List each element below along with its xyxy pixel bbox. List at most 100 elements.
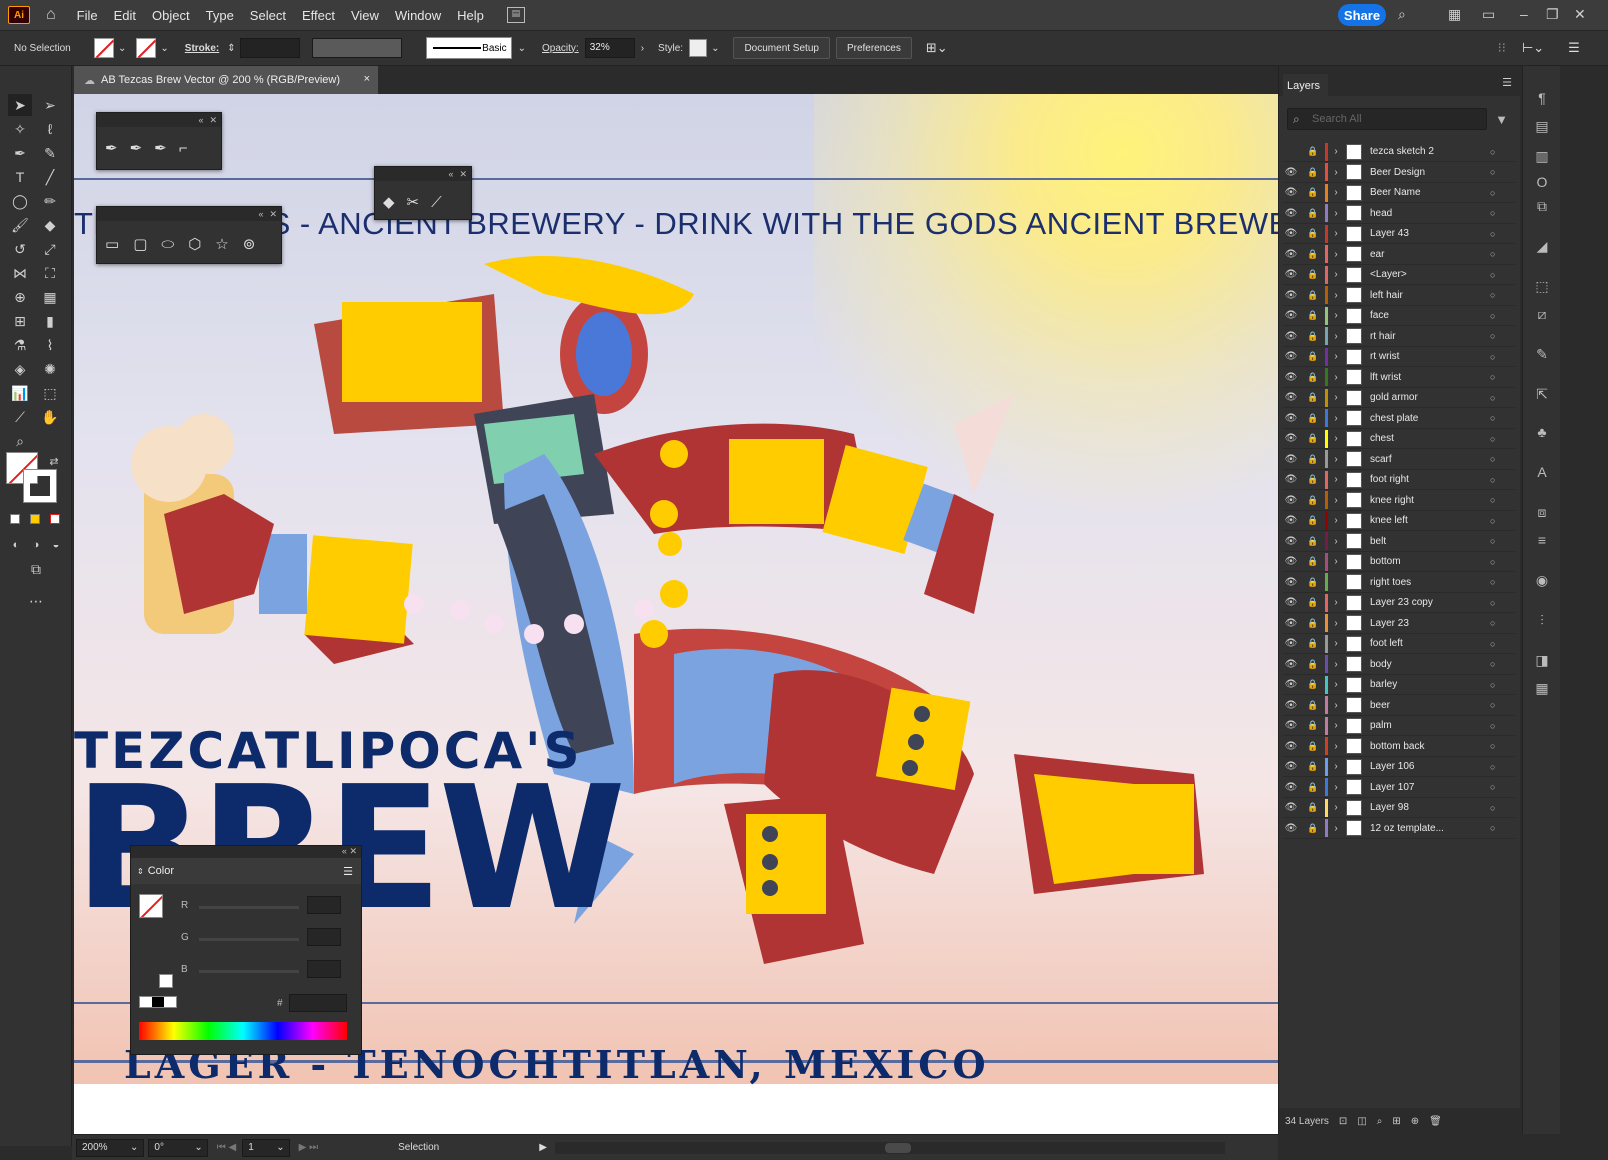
visibility-eye-icon[interactable]: 👁	[1283, 515, 1299, 526]
expand-layer-icon[interactable]: ›	[1328, 782, 1344, 793]
layer-name[interactable]: Beer Name	[1370, 187, 1490, 198]
layer-row[interactable]: 👁 🔒 › face ○	[1283, 306, 1515, 326]
layer-row[interactable]: 👁 🔒 › bottom back ○	[1283, 737, 1515, 757]
expand-layer-icon[interactable]: ›	[1328, 659, 1344, 670]
layer-name[interactable]: head	[1370, 208, 1490, 219]
lock-icon[interactable]: 🔒	[1305, 331, 1321, 342]
target-circle-icon[interactable]: ○	[1490, 290, 1495, 300]
lock-icon[interactable]: 🔒	[1305, 782, 1321, 793]
red-track[interactable]	[199, 906, 299, 909]
target-circle-icon[interactable]: ○	[1490, 659, 1495, 669]
collapse-icon[interactable]: «	[448, 169, 453, 179]
visibility-eye-icon[interactable]: 👁	[1283, 495, 1299, 506]
flyout-header[interactable]: «✕	[375, 167, 471, 181]
document-tab[interactable]: ☁ AB Tezcas Brew Vector @ 200 % (RGB/Pre…	[74, 66, 378, 94]
target-circle-icon[interactable]: ○	[1490, 803, 1495, 813]
expand-layer-icon[interactable]: ›	[1328, 413, 1344, 424]
layer-name[interactable]: ear	[1370, 249, 1490, 260]
expand-layer-icon[interactable]: ›	[1328, 249, 1344, 260]
layer-name[interactable]: rt hair	[1370, 331, 1490, 342]
blue-slider[interactable]: B	[181, 960, 351, 978]
close-tab-icon[interactable]: ×	[364, 73, 370, 85]
visibility-eye-icon[interactable]: 👁	[1283, 310, 1299, 321]
lock-icon[interactable]: 🔒	[1305, 802, 1321, 813]
expand-layer-icon[interactable]: ›	[1328, 720, 1344, 731]
polygon-icon[interactable]: ⬡	[188, 235, 201, 253]
ellipse-tool-icon[interactable]: ◯	[8, 190, 32, 212]
blend-tool-icon[interactable]: ◈	[8, 358, 32, 380]
document-setup-button[interactable]: Document Setup	[733, 37, 830, 59]
lock-icon[interactable]: 🔒	[1305, 269, 1321, 280]
curvature-tool-icon[interactable]: ✎	[38, 142, 62, 164]
expand-layer-icon[interactable]: ›	[1328, 454, 1344, 465]
layer-row[interactable]: 👁 🔒 › beer ○	[1283, 696, 1515, 716]
layer-row[interactable]: 👁 🔒 › 12 oz template... ○	[1283, 819, 1515, 839]
target-circle-icon[interactable]: ○	[1490, 188, 1495, 198]
stroke-panel-icon[interactable]: ⫶	[1533, 612, 1551, 630]
collapse-icon[interactable]: «	[198, 115, 203, 125]
close-window-icon[interactable]: ✕	[1574, 6, 1586, 23]
visibility-eye-icon[interactable]: 👁	[1283, 618, 1299, 629]
target-circle-icon[interactable]: ○	[1490, 762, 1495, 772]
expand-layer-icon[interactable]: ›	[1328, 597, 1344, 608]
visibility-eye-icon[interactable]: 👁	[1283, 577, 1299, 588]
layer-name[interactable]: scarf	[1370, 454, 1490, 465]
hand-tool-icon[interactable]: ✋	[38, 406, 62, 428]
target-circle-icon[interactable]: ○	[1490, 639, 1495, 649]
layer-row[interactable]: 👁 🔒 › knee left ○	[1283, 511, 1515, 531]
menu-item-file[interactable]: File	[70, 8, 105, 23]
layer-row[interactable]: 👁 🔒 › gold armor ○	[1283, 388, 1515, 408]
visibility-eye-icon[interactable]: 👁	[1283, 249, 1299, 260]
target-circle-icon[interactable]: ○	[1490, 208, 1495, 218]
expand-layer-icon[interactable]: ›	[1328, 495, 1344, 506]
line-tool-icon[interactable]: ╱	[38, 166, 62, 188]
next-artboard-icon[interactable]: ▶ ⏭	[299, 1142, 318, 1153]
character-icon[interactable]: A	[1533, 464, 1551, 482]
expand-layer-icon[interactable]: ›	[1328, 228, 1344, 239]
rounded-rectangle-icon[interactable]: ▢	[133, 235, 147, 253]
delete-layer-icon[interactable]: 🗑	[1429, 1116, 1442, 1127]
align-icon[interactable]: ⁝⁝	[1498, 40, 1506, 56]
expand-layer-icon[interactable]: ›	[1328, 556, 1344, 567]
layer-name[interactable]: Layer 23 copy	[1370, 597, 1490, 608]
visibility-eye-icon[interactable]: 👁	[1283, 741, 1299, 752]
lock-icon[interactable]: 🔒	[1305, 413, 1321, 424]
libraries-icon[interactable]: ▤	[1533, 118, 1551, 136]
target-circle-icon[interactable]: ○	[1490, 495, 1495, 505]
layer-row[interactable]: 👁 🔒 › barley ○	[1283, 675, 1515, 695]
variable-width-field[interactable]	[311, 38, 402, 58]
target-circle-icon[interactable]: ○	[1490, 741, 1495, 751]
target-circle-icon[interactable]: ○	[1490, 270, 1495, 280]
layer-name[interactable]: Beer Design	[1370, 167, 1490, 178]
lock-icon[interactable]: 🔒	[1305, 290, 1321, 301]
collect-export-icon[interactable]: ⊡	[1339, 1116, 1347, 1127]
web-safe-swatch[interactable]	[159, 974, 173, 988]
free-transform-tool-icon[interactable]: ⛶	[38, 262, 62, 284]
brush-definition-field[interactable]: Basic	[425, 37, 512, 59]
expand-layer-icon[interactable]: ›	[1328, 515, 1344, 526]
layer-row[interactable]: 👁 🔒 › rt wrist ○	[1283, 347, 1515, 367]
paragraph-icon[interactable]: ¶	[1533, 90, 1551, 108]
magic-wand-tool-icon[interactable]: ✧	[8, 118, 32, 140]
visibility-eye-icon[interactable]: 👁	[1283, 433, 1299, 444]
target-circle-icon[interactable]: ○	[1490, 311, 1495, 321]
expand-layer-icon[interactable]: ›	[1328, 741, 1344, 752]
layer-name[interactable]: Layer 106	[1370, 761, 1490, 772]
expand-layer-icon[interactable]: ›	[1328, 802, 1344, 813]
visibility-eye-icon[interactable]: 👁	[1283, 228, 1299, 239]
menu-item-effect[interactable]: Effect	[295, 8, 342, 23]
layer-name[interactable]: 12 oz template...	[1370, 823, 1490, 834]
home-icon[interactable]: ⌂	[46, 6, 56, 24]
visibility-eye-icon[interactable]: 👁	[1283, 454, 1299, 465]
expand-layer-icon[interactable]: ›	[1328, 761, 1344, 772]
target-circle-icon[interactable]: ○	[1490, 577, 1495, 587]
expand-layer-icon[interactable]: ›	[1328, 331, 1344, 342]
minimize-icon[interactable]: –	[1520, 6, 1528, 22]
blue-track[interactable]	[199, 970, 299, 973]
stroke-dropdown-icon[interactable]: ⌄	[160, 43, 168, 54]
stroke-swatch[interactable]	[136, 38, 157, 58]
layer-name[interactable]: beer	[1370, 700, 1490, 711]
zoom-tool-icon[interactable]: ⌕	[8, 430, 32, 452]
appearance-icon[interactable]: ◉	[1533, 572, 1551, 590]
lock-icon[interactable]: 🔒	[1305, 515, 1321, 526]
